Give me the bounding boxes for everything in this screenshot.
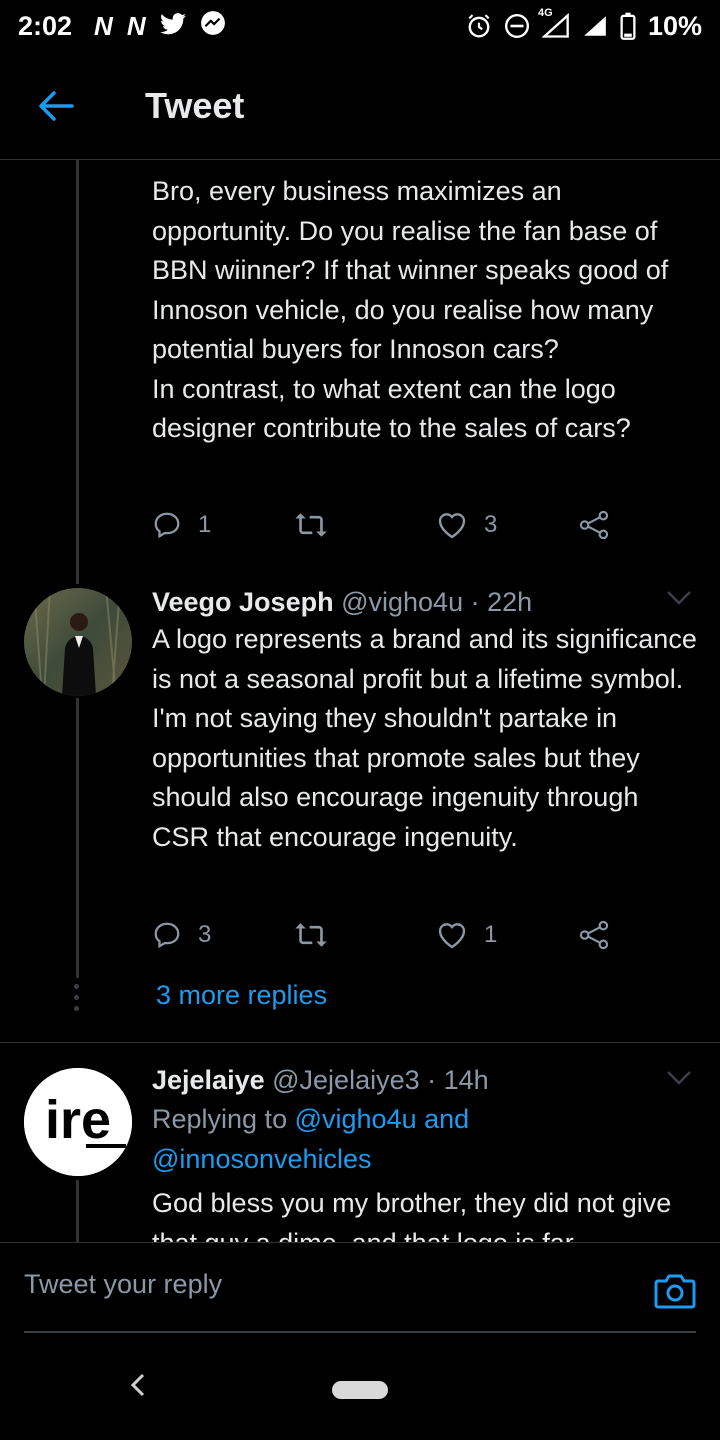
n-notification-icon: N <box>94 10 113 41</box>
camera-button[interactable] <box>654 1273 696 1316</box>
system-nav-bar <box>0 1334 720 1440</box>
reply-icon <box>154 922 180 949</box>
user-name[interactable]: Veego Joseph <box>152 587 334 617</box>
alarm-icon <box>466 13 492 39</box>
reply-bar: Tweet your reply <box>0 1242 720 1334</box>
reply-icon <box>154 512 180 539</box>
twitter-icon <box>159 11 186 42</box>
tweet-meta: Jejelaiye @Jejelaiye3 · 14h <box>152 1062 489 1098</box>
system-home-button[interactable] <box>332 1381 388 1399</box>
tweet-thread[interactable]: Bro, every business maximizes an opportu… <box>0 160 720 1242</box>
signal-icon: 4G <box>538 7 570 39</box>
system-back-button[interactable] <box>126 1372 150 1403</box>
thread-line <box>76 1180 79 1242</box>
back-button[interactable] <box>0 52 112 160</box>
avatar[interactable] <box>24 588 132 696</box>
tweet-menu-button[interactable] <box>666 1070 692 1091</box>
mention-link[interactable]: @innosonvehicles <box>152 1144 372 1174</box>
reply-button[interactable]: 3 <box>152 920 294 950</box>
camera-icon <box>654 1274 696 1309</box>
like-count: 1 <box>484 921 498 948</box>
like-count: 3 <box>484 511 498 538</box>
tweet-text: Bro, every business maximizes an opportu… <box>152 176 669 443</box>
like-button[interactable]: 3 <box>436 510 578 540</box>
user-name[interactable]: Jejelaiye <box>152 1065 265 1095</box>
retweet-icon <box>295 923 327 947</box>
battery-percent: 10% <box>647 10 702 41</box>
mention-link[interactable]: @vigho4u and <box>295 1104 470 1134</box>
reply-input[interactable]: Tweet your reply <box>24 1269 222 1300</box>
messenger-icon <box>200 10 226 43</box>
retweet-icon <box>295 513 327 537</box>
thread-dots <box>74 984 79 1011</box>
chevron-left-icon <box>130 1373 145 1397</box>
retweet-button[interactable] <box>294 510 436 540</box>
reply-count: 3 <box>198 921 212 948</box>
tweet-text: God bless you my brother, they did not g… <box>152 1188 672 1242</box>
reply-count: 1 <box>198 511 212 538</box>
avatar-logo-text: ire <box>45 1090 111 1150</box>
page-title: Tweet <box>145 84 245 126</box>
tweet-meta: Veego Joseph @vigho4u · 22h <box>152 584 532 620</box>
chevron-down-icon <box>667 1071 691 1085</box>
network-type: 4G <box>537 7 553 19</box>
n-notification-icon: N <box>126 10 146 41</box>
top-app-bar: Tweet <box>0 52 720 160</box>
status-bar: 2:02 N N 4G 10% <box>0 0 720 52</box>
replying-prefix: Replying to <box>152 1104 288 1134</box>
dnd-icon <box>504 13 530 39</box>
thread-line <box>76 698 79 978</box>
user-handle: @Jejelaiye3 · 14h <box>272 1065 489 1095</box>
divider <box>0 1042 720 1043</box>
tweet-text: A logo represents a brand and its signif… <box>152 624 705 852</box>
thread-line <box>76 160 79 584</box>
share-button[interactable] <box>578 920 618 950</box>
back-arrow-icon <box>39 90 74 121</box>
retweet-button[interactable] <box>294 920 436 950</box>
signal-icon <box>582 13 608 39</box>
heart-icon <box>438 513 466 539</box>
share-icon <box>579 920 609 950</box>
avatar[interactable]: ire <box>24 1068 132 1176</box>
chevron-down-icon <box>667 591 691 605</box>
heart-icon <box>438 923 466 949</box>
like-button[interactable]: 1 <box>436 920 578 950</box>
share-icon <box>579 510 609 540</box>
tweet-actions: 3 1 <box>152 915 622 955</box>
tweet-actions: 1 3 <box>152 505 622 545</box>
more-replies-link[interactable]: 3 more replies <box>156 980 327 1011</box>
status-time: 2:02 <box>18 10 73 41</box>
replying-to: Replying to @vigho4u and @innosonvehicle… <box>152 1100 692 1179</box>
tweet-menu-button[interactable] <box>666 590 692 611</box>
share-button[interactable] <box>578 510 618 540</box>
battery-icon <box>620 12 636 40</box>
user-handle: @vigho4u · 22h <box>341 587 533 617</box>
input-underline <box>24 1331 696 1333</box>
reply-button[interactable]: 1 <box>152 510 294 540</box>
